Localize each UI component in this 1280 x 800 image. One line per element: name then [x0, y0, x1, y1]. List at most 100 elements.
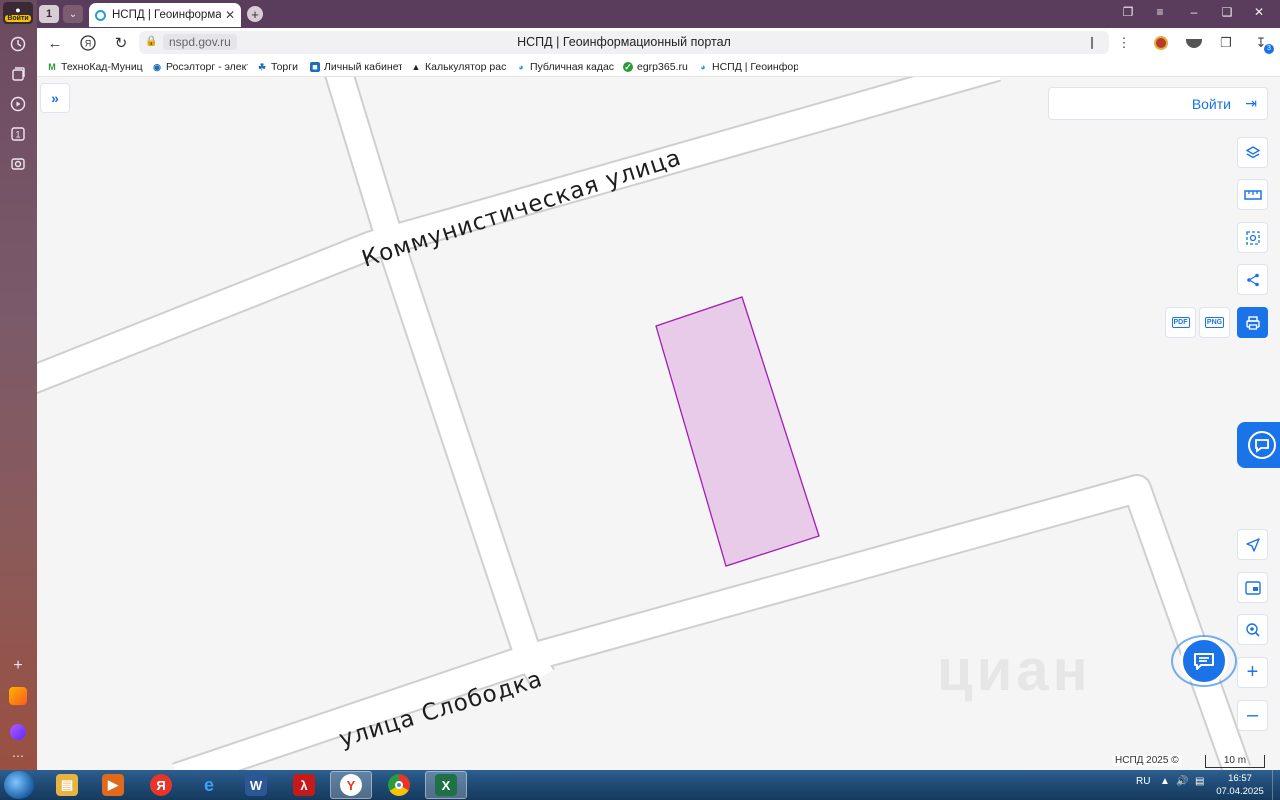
share-icon: [1246, 273, 1259, 286]
cadastral-icon: ◕: [518, 61, 524, 72]
extension-icon[interactable]: [1152, 34, 1170, 52]
sidebar-login-button[interactable]: ● Войти: [3, 2, 33, 24]
new-tab-button[interactable]: +: [247, 6, 263, 22]
chevron-down-icon[interactable]: ⌄: [63, 5, 83, 23]
reload-icon[interactable]: ↻: [111, 33, 131, 53]
pdf-icon: PDF: [1171, 317, 1190, 328]
svg-text:1: 1: [15, 130, 20, 140]
close-tab-icon[interactable]: ✕: [225, 8, 235, 22]
page-title: НСПД | Геоинформационный портал: [517, 35, 731, 49]
yandex-icon[interactable]: Я: [140, 771, 182, 799]
network-icon[interactable]: ▤: [1195, 776, 1204, 787]
yandex-home-icon[interactable]: Я: [78, 33, 98, 53]
clock-date: 07.04.2025: [1216, 786, 1264, 797]
feedback-button[interactable]: [1237, 422, 1280, 468]
bookmark-item[interactable]: ◉ Росэлторг - элект: [152, 61, 248, 73]
bookmark-icon[interactable]: ❙: [1087, 35, 1097, 49]
start-button[interactable]: [4, 771, 34, 799]
navigate-icon: [1245, 537, 1260, 552]
map-layer: Коммунистическая улица улица Слободка: [37, 77, 1252, 770]
ruler-button[interactable]: [1237, 179, 1268, 210]
select-area-button[interactable]: [1237, 222, 1268, 253]
media-player-icon[interactable]: ▶: [92, 771, 134, 799]
tab-title: НСПД | Геоинформаци: [112, 9, 221, 21]
zoom-out-button[interactable]: –: [1237, 700, 1268, 731]
export-pdf-button[interactable]: PDF: [1165, 307, 1196, 338]
chat-widget[interactable]: [1171, 635, 1237, 687]
bookmarks-bar: M ТехноКад-Муниц ◉ Росэлторг - элект ☘ Торг…: [37, 57, 1280, 77]
bookmark-item[interactable]: ■ Личный кабинет: [310, 61, 402, 73]
explorer-icon[interactable]: ▤: [46, 771, 88, 799]
cabinet-icon: ■: [310, 61, 320, 72]
search-location-button[interactable]: [1237, 614, 1268, 645]
bookmark-item[interactable]: ▲ Калькулятор рас: [411, 61, 507, 73]
protect-icon[interactable]: [1185, 34, 1203, 52]
maximize-icon[interactable]: ❑: [1218, 5, 1236, 19]
bookmark-item[interactable]: ✓ egrp365.ru: [623, 61, 689, 73]
menu-icon[interactable]: ≡: [1151, 5, 1169, 19]
language-indicator[interactable]: RU: [1136, 776, 1150, 787]
export-png-button[interactable]: PNG: [1199, 307, 1230, 338]
close-window-icon[interactable]: ✕: [1250, 5, 1268, 19]
back-icon[interactable]: ←: [45, 33, 65, 53]
alice-icon[interactable]: [6, 720, 30, 744]
geolocate-button[interactable]: [1237, 529, 1268, 560]
svg-text:Я: Я: [85, 39, 92, 49]
downloads-icon[interactable]: ↧ 3: [1252, 34, 1274, 54]
excel-icon[interactable]: X: [425, 771, 467, 799]
select-area-icon: [1245, 230, 1260, 245]
bookmark-item[interactable]: ◕ Публичная кадас: [516, 61, 614, 73]
ruler-icon: [1243, 189, 1262, 200]
layers-icon: [1245, 145, 1260, 158]
torgi-icon: ☘: [257, 61, 267, 72]
map-canvas[interactable]: Коммунистическая улица улица Слободка ци…: [37, 77, 1280, 770]
minimap-icon: [1244, 580, 1261, 595]
more-icon[interactable]: ⋯: [6, 744, 30, 768]
mail-icon[interactable]: [6, 684, 30, 708]
minimize-icon[interactable]: –: [1185, 5, 1203, 19]
bookmark-item[interactable]: M ТехноКад-Муниц: [47, 61, 143, 73]
chat-icon[interactable]: [1180, 637, 1228, 685]
tab-bar: 1 ⌄ НСПД | Геоинформаци ✕ + ❐ ≡ – ❑ ✕: [37, 0, 1280, 28]
omnibox[interactable]: 🔒 nspd.gov.ru НСПД | Геоинформационный п…: [139, 31, 1109, 54]
video-icon[interactable]: [6, 92, 30, 116]
more-vertical-icon[interactable]: ⋮: [1115, 34, 1133, 52]
clock-time: 16:57: [1228, 773, 1252, 784]
screenshot-icon[interactable]: [6, 152, 30, 176]
yandex-browser-icon[interactable]: Y: [330, 771, 372, 799]
bookmark-item[interactable]: ☘ Торги: [257, 61, 301, 73]
ie-icon[interactable]: e: [188, 771, 230, 799]
tab-count-button[interactable]: 1: [39, 5, 59, 23]
tab-counter-icon[interactable]: 1: [6, 122, 30, 146]
expand-panel-button[interactable]: »: [40, 83, 70, 113]
tray-expand-icon[interactable]: ▲: [1160, 776, 1170, 787]
collections-toolbar-icon[interactable]: ❐: [1217, 34, 1235, 52]
chrome-icon[interactable]: [378, 771, 420, 799]
login-button[interactable]: Войти ⇥: [1048, 87, 1268, 120]
scale-bar: 10 m: [1205, 755, 1265, 768]
show-desktop-button[interactable]: [1272, 770, 1280, 800]
cadastral-parcel: [655, 296, 820, 567]
bookmark-item[interactable]: ◕ НСПД | Геоинфор: [698, 61, 798, 73]
calculator-icon: ▲: [411, 61, 421, 72]
volume-icon[interactable]: 🔊: [1176, 776, 1188, 787]
print-button[interactable]: [1237, 307, 1268, 338]
road-kommunisticheskaya: [37, 77, 1002, 395]
downloads-badge: 3: [1264, 44, 1274, 54]
nspd-icon: ◕: [700, 61, 706, 72]
tab-nspd[interactable]: НСПД | Геоинформаци ✕: [89, 3, 241, 27]
add-panel-icon[interactable]: +: [6, 654, 30, 678]
minimap-button[interactable]: [1237, 572, 1268, 603]
word-icon[interactable]: W: [235, 771, 277, 799]
user-icon: ●: [15, 5, 21, 15]
zoom-in-button[interactable]: +: [1237, 657, 1268, 688]
tab-manager-icon[interactable]: ❐: [1119, 5, 1137, 19]
acrobat-icon[interactable]: λ: [283, 771, 325, 799]
history-icon[interactable]: [6, 32, 30, 56]
layers-button[interactable]: [1237, 137, 1268, 168]
share-button[interactable]: [1237, 264, 1268, 295]
collections-icon[interactable]: [6, 62, 30, 86]
clock[interactable]: 16:57 07.04.2025: [1212, 772, 1268, 798]
street-label-kommunisticheskaya: Коммунистическая улица: [359, 145, 685, 273]
roseltorg-icon: ◉: [153, 61, 161, 72]
